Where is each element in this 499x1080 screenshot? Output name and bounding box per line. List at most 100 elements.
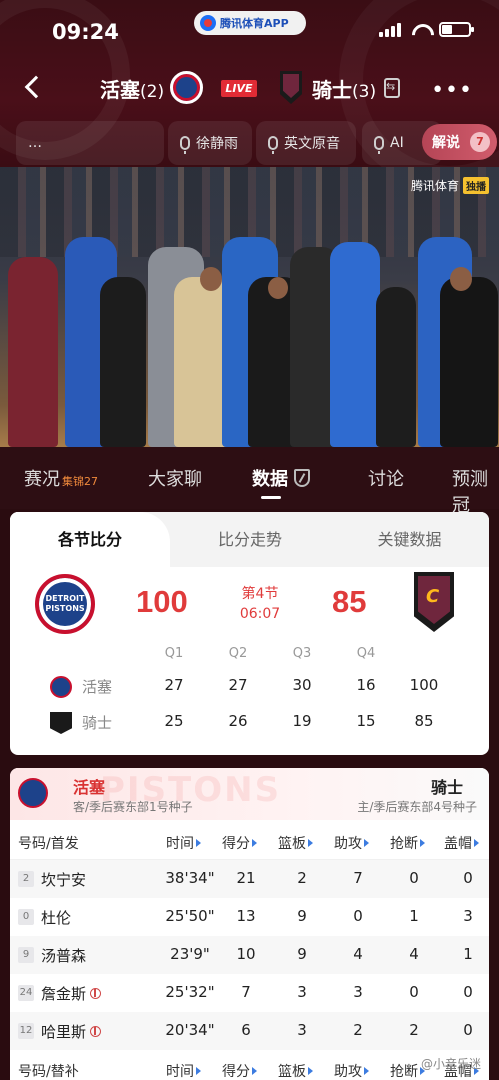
pistons-logo-icon <box>50 676 72 698</box>
player-name: 杜伦 <box>41 909 72 927</box>
away-team-name[interactable]: 骑士 <box>431 774 463 798</box>
stat-stl: 1 <box>409 907 419 925</box>
tab-data[interactable]: 数据 <box>252 465 310 491</box>
sort-arrow-icon <box>196 1067 201 1075</box>
column-header-rebounds[interactable]: 篮板 <box>278 1061 313 1080</box>
player-name-cell[interactable]: 汤普森 <box>41 945 86 966</box>
stat-stl: 4 <box>409 945 419 963</box>
column-header-points[interactable]: 得分 <box>222 1061 257 1080</box>
footer-watermark: @小音乐迷 <box>420 1057 481 1071</box>
sort-arrow-icon <box>420 839 425 847</box>
player-name-cell[interactable]: 哈里斯 <box>41 1021 102 1042</box>
column-header-time[interactable]: 时间 <box>166 833 201 853</box>
tab-highlights-count: 集锦27 <box>62 475 98 488</box>
signal-icon <box>379 22 401 37</box>
stat-time: 25'32" <box>165 983 215 1001</box>
wifi-icon <box>411 23 429 37</box>
cavaliers-logo-icon[interactable] <box>414 572 454 632</box>
app-pill[interactable]: 腾讯体育APP <box>194 11 306 35</box>
column-header-time[interactable]: 时间 <box>166 1061 201 1080</box>
player-name: 詹金斯 <box>41 985 87 1003</box>
stat-time: 38'34" <box>165 869 215 887</box>
subtab-quarter-scores[interactable]: 各节比分 <box>10 512 170 567</box>
tab-discussion[interactable]: 讨论 <box>368 465 404 491</box>
player-row[interactable]: 24 詹金斯 25'32" 7 3 3 0 0 <box>10 974 489 1012</box>
quarter-header: Q3 <box>292 646 312 661</box>
stat-pts: 6 <box>241 1021 251 1039</box>
player-row[interactable]: 12 哈里斯 20'34" 6 3 2 2 0 <box>10 1012 489 1050</box>
jersey-number: 9 <box>18 947 34 963</box>
video-person <box>376 287 416 447</box>
quarter-header: Q4 <box>356 646 376 661</box>
column-header-assists[interactable]: 助攻 <box>334 1061 369 1080</box>
sort-arrow-icon <box>308 839 313 847</box>
sort-arrow-icon <box>252 1067 257 1075</box>
commentary-chip[interactable]: … <box>16 121 164 165</box>
microphone-icon <box>374 136 384 154</box>
home-team-name: 活塞 <box>73 778 106 797</box>
commentary-chip-xujingyu[interactable]: 徐静雨 <box>168 121 252 165</box>
column-header: 号码/首发 <box>18 836 79 852</box>
stat-pts: 21 <box>236 869 256 887</box>
column-header-blocks[interactable]: 盖帽 <box>444 833 479 853</box>
sort-arrow-icon <box>252 839 257 847</box>
quarter-score: 19 <box>292 712 312 730</box>
quarter-score: 30 <box>292 676 312 694</box>
video-person <box>100 277 146 447</box>
stat-stl: 0 <box>409 869 419 887</box>
column-header-points[interactable]: 得分 <box>222 833 257 853</box>
stat-ast: 4 <box>353 945 363 963</box>
column-header-steals[interactable]: 抢断 <box>390 833 425 853</box>
player-name-cell[interactable]: 坎宁安 <box>41 869 86 890</box>
team-name: 骑士 <box>82 714 113 732</box>
away-team-title[interactable]: 骑士(3) <box>312 74 376 103</box>
pistons-logo-icon[interactable] <box>35 574 95 634</box>
stat-blk: 1 <box>463 945 473 963</box>
player-name-cell[interactable]: 杜伦 <box>41 907 71 928</box>
subtab-key-stats[interactable]: 关键数据 <box>330 512 489 567</box>
quarter-header: Q1 <box>164 646 184 661</box>
column-header-rebounds[interactable]: 篮板 <box>278 833 313 853</box>
player-stats-header[interactable]: PISTONS 活塞 客/季后赛东部1号种子 骑士 主/季后赛东部4号种子 <box>10 768 489 820</box>
column-header-steals[interactable]: 抢断 <box>390 1061 425 1080</box>
sort-arrow-icon <box>308 1067 313 1075</box>
player-row[interactable]: 2 坎宁安 38'34" 21 2 7 0 0 <box>10 860 489 898</box>
commentary-chip-label: AI <box>390 135 404 151</box>
stat-ast: 7 <box>353 869 363 887</box>
tab-prediction[interactable]: 预测冠 <box>452 465 499 517</box>
player-row[interactable]: 9 汤普森 23'9" 10 9 4 4 1 <box>10 936 489 974</box>
switch-icon[interactable] <box>384 78 400 98</box>
video-watermark-text: 腾讯体育 <box>410 179 459 193</box>
microphone-icon <box>180 136 190 154</box>
live-video-player[interactable]: 腾讯体育 独播 <box>0 167 499 447</box>
quarter-row-home: 活塞 27 27 30 16 100 <box>10 670 489 702</box>
away-team-name: 骑士 <box>312 78 352 102</box>
home-series-count: (2) <box>140 82 165 102</box>
commentary-chip-english[interactable]: 英文原音 <box>256 121 356 165</box>
commentary-channel-row: … 徐静雨 英文原音 AI 解说 7 <box>0 121 499 165</box>
stats-table-header: 号码/首发 时间 得分 篮板 助攻 抢断 盖帽 <box>10 822 489 860</box>
quarter-score: 25 <box>164 712 184 730</box>
video-person-head <box>268 277 288 299</box>
pistons-logo-icon[interactable] <box>170 71 203 104</box>
stat-reb: 3 <box>297 983 307 1001</box>
back-icon[interactable] <box>22 76 40 98</box>
cavaliers-logo-icon[interactable] <box>280 71 302 104</box>
sort-arrow-icon <box>474 839 479 847</box>
commentary-button[interactable]: 解说 7 <box>422 124 497 160</box>
tab-data-label: 数据 <box>252 469 288 490</box>
tab-overview-label: 赛况 <box>24 469 60 490</box>
tab-overview[interactable]: 赛况 集锦27 <box>24 465 98 491</box>
column-header-assists[interactable]: 助攻 <box>334 833 369 853</box>
video-person-head <box>450 267 472 291</box>
more-icon[interactable]: ••• <box>431 78 473 103</box>
player-name-cell[interactable]: 詹金斯 <box>41 983 102 1004</box>
player-row[interactable]: 0 杜伦 25'50" 13 9 0 1 3 <box>10 898 489 936</box>
column-header: 号码/替补 <box>18 1064 79 1080</box>
video-person <box>8 257 58 447</box>
subtab-score-trend[interactable]: 比分走势 <box>170 512 330 567</box>
commentary-chip-label: … <box>28 135 42 151</box>
home-seed: 客/季后赛东部1号种子 <box>73 800 193 814</box>
tab-chat[interactable]: 大家聊 <box>148 465 202 491</box>
home-team-title[interactable]: 活塞(2) <box>100 74 164 103</box>
